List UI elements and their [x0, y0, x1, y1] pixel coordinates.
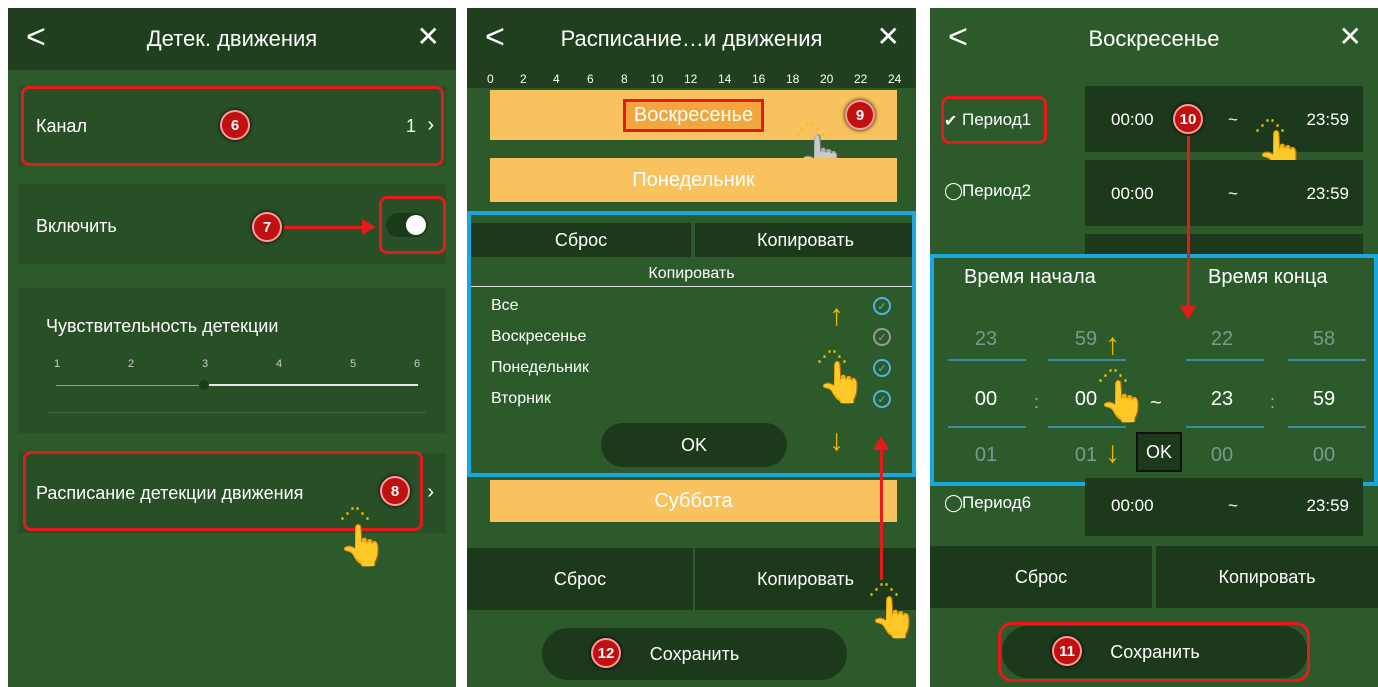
step-badge: 6	[220, 110, 250, 140]
arrow-head-icon	[1180, 306, 1196, 320]
time-separator: ~	[1228, 184, 1238, 203]
start-time: 00:00	[1111, 110, 1154, 129]
day-label: Понедельник	[632, 168, 755, 191]
step-badge: 9	[845, 100, 875, 130]
schedule-screen: < Расписание…и движения ✕ 0 2 4 6 8 10 1…	[467, 8, 916, 687]
tick-label: 2	[128, 358, 135, 370]
period-time-row[interactable]: 00:00 ~ 23:59	[1085, 478, 1363, 536]
pointing-hand-icon: 👆	[869, 596, 916, 640]
step-badge: 8	[380, 476, 410, 506]
reset-button[interactable]: Сброс	[467, 548, 693, 610]
highlight-box	[467, 211, 916, 477]
close-icon[interactable]: ✕	[417, 20, 440, 53]
timeline-tick: 10	[650, 72, 664, 86]
timeline-axis: 0 2 4 6 8 10 12 14 16 18 20 22 24	[467, 70, 916, 88]
divider	[48, 412, 426, 413]
period-time-row[interactable]: 00:00 ~ 23:59	[1085, 160, 1363, 226]
period-time-row[interactable]: 00:00 ~ 23:59	[1085, 86, 1363, 152]
header: < Детек. движения ✕	[8, 8, 456, 70]
day-bar-saturday[interactable]: Суббота	[490, 480, 897, 522]
chevron-right-icon: ›	[427, 481, 434, 503]
end-time: 23:59	[1306, 496, 1349, 515]
tap-spark-icon: ⋰⋱	[340, 505, 370, 522]
start-time: 00:00	[1111, 496, 1154, 515]
header: < Воскресенье ✕	[930, 8, 1378, 70]
timeline-tick: 12	[684, 72, 698, 86]
pointing-hand-icon: 👆	[338, 524, 388, 568]
page-title: Расписание…и движения	[560, 26, 823, 51]
step-badge: 11	[1052, 636, 1082, 666]
end-time: 23:59	[1306, 110, 1349, 129]
step-badge: 12	[591, 638, 621, 668]
timeline-tick: 20	[820, 72, 834, 86]
reset-button[interactable]: Сброс	[930, 546, 1152, 608]
arrow-head-icon	[873, 436, 889, 450]
slider-track-active	[204, 384, 418, 386]
timeline-tick: 16	[752, 72, 766, 86]
highlight-box	[941, 96, 1047, 144]
period-radio[interactable]: ◯	[944, 181, 963, 201]
page-title: Детек. движения	[146, 26, 318, 51]
arrow-line	[1187, 136, 1190, 308]
period-time-row[interactable]	[1085, 234, 1363, 254]
close-icon[interactable]: ✕	[877, 20, 900, 53]
period-label: Период6	[962, 493, 1032, 512]
timeline-tick: 18	[786, 72, 800, 86]
arrow-line	[284, 226, 366, 229]
step-badge: 7	[252, 212, 282, 242]
slider-thumb[interactable]	[199, 380, 209, 390]
tick-label: 3	[202, 358, 209, 370]
motion-detection-screen: < Детек. движения ✕ Канал 1 › 6 Включить…	[8, 8, 456, 687]
day-label: Суббота	[654, 489, 733, 512]
timeline-tick: 6	[587, 72, 594, 86]
enable-label: Включить	[36, 216, 117, 236]
timeline-tick: 4	[553, 72, 560, 86]
tick-label: 5	[350, 358, 357, 370]
period-label: Период2	[962, 181, 1032, 200]
time-separator: ~	[1228, 110, 1238, 129]
tick-label: 6	[414, 358, 421, 370]
time-separator: ~	[1228, 496, 1238, 515]
start-time: 00:00	[1111, 184, 1154, 203]
save-button[interactable]: Сохранить	[542, 628, 847, 680]
copy-button[interactable]: Копировать	[1156, 546, 1378, 608]
timeline-tick: 14	[718, 72, 732, 86]
highlight-box	[930, 254, 1378, 486]
highlight-box	[379, 196, 446, 254]
period-radio[interactable]: ◯	[944, 493, 963, 513]
page-title: Воскресенье	[1088, 26, 1220, 51]
end-time: 23:59	[1306, 184, 1349, 203]
slider-track	[56, 385, 204, 386]
arrow-line	[880, 448, 883, 580]
sensitivity-section: Чувствительность детекции 1 2 3 4 5 6	[18, 288, 446, 433]
sensitivity-label: Чувствительность детекции	[46, 316, 279, 336]
tick-label: 1	[54, 358, 61, 370]
highlight-box	[998, 622, 1310, 682]
timeline-tick: 22	[854, 72, 868, 86]
timeline-tick: 0	[487, 72, 494, 86]
day-label: Воскресенье	[622, 98, 765, 132]
day-bar-monday[interactable]: Понедельник	[490, 158, 897, 202]
save-label: Сохранить	[649, 643, 740, 664]
header: < Расписание…и движения ✕	[467, 8, 916, 70]
timeline-tick: 8	[621, 72, 628, 86]
close-icon[interactable]: ✕	[1339, 20, 1362, 53]
day-bar-sunday[interactable]: Воскресенье	[490, 90, 897, 140]
timeline-tick: 2	[520, 72, 527, 86]
step-badge: 10	[1173, 104, 1203, 134]
sunday-schedule-screen: < Воскресенье ✕ ✔ Период1 00:00 ~ 23:59 …	[930, 8, 1378, 687]
timeline-tick: 24	[888, 72, 902, 86]
tick-label: 4	[276, 358, 283, 370]
arrow-head-icon	[362, 219, 376, 235]
